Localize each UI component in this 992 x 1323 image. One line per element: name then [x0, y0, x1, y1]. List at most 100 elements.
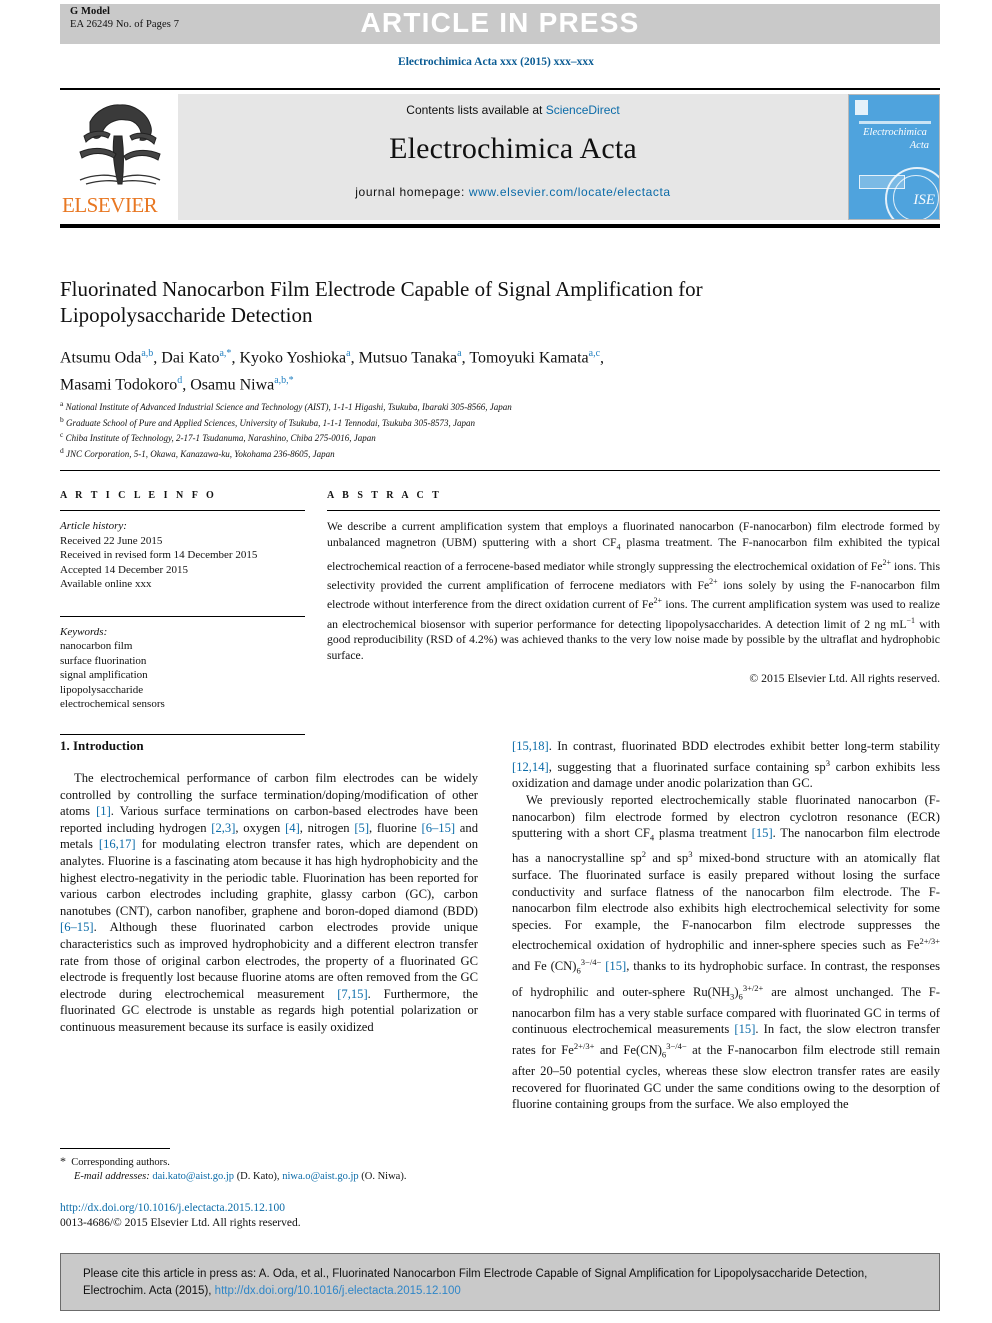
journal-cover-thumbnail: Electrochimica Acta ISE: [848, 94, 940, 220]
email-addresses-label: E-mail addresses:: [74, 1171, 150, 1182]
author-name: Masami Todokoro: [60, 376, 178, 394]
keyword-item: lipopolysaccharide: [60, 683, 144, 696]
email-addresses-note: E-mail addresses: dai.kato@aist.go.jp (D…: [60, 1170, 480, 1184]
citation-16-17[interactable]: [16,17]: [99, 837, 136, 851]
keyword-item: electrochemical sensors: [60, 698, 165, 710]
abstract-rule-top: [327, 510, 940, 511]
author-name: Kyoko Yoshioka: [239, 349, 347, 367]
citation-15-18[interactable]: [15,18]: [512, 739, 549, 753]
citation-12-14[interactable]: [12,14]: [512, 760, 549, 774]
citation-15[interactable]: [15]: [752, 826, 773, 840]
cover-tagline-bar: [859, 121, 931, 124]
abstract-column: A B S T R A C T We describe a current am…: [327, 490, 940, 685]
contents-panel: Contents lists available at ScienceDirec…: [178, 94, 848, 220]
section-heading-introduction: 1. Introduction: [60, 738, 144, 753]
masthead-bottom-rule: [60, 224, 940, 228]
author-affiliation-marker: a: [346, 348, 351, 359]
intro-paragraph-3: We previously reported electrochemically…: [512, 792, 940, 1112]
author-affiliation-marker: d: [177, 375, 183, 387]
ise-seal-label: ISE: [913, 192, 935, 208]
email-link-niwa[interactable]: niwa.o@aist.go.jp: [282, 1171, 358, 1182]
author-affiliation-marker: a,b: [141, 348, 154, 359]
sciencedirect-link[interactable]: ScienceDirect: [546, 103, 620, 117]
author-affiliation-marker: a,*: [219, 348, 232, 359]
cite-doi-link[interactable]: http://dx.doi.org/10.1016/j.electacta.20…: [215, 1285, 461, 1297]
cover-title-line-2: Acta: [909, 140, 929, 151]
citation-6-15[interactable]: [6–15]: [422, 821, 456, 835]
abstract-copyright: © 2015 Elsevier Ltd. All rights reserved…: [749, 671, 940, 685]
article-history-block: Article history: Received 22 June 2015 Re…: [60, 519, 305, 592]
author-name: Tomoyuki Kamata: [469, 349, 589, 367]
journal-homepage-link[interactable]: www.elsevier.com/locate/electacta: [469, 185, 671, 199]
article-history-lines: Received 22 June 2015 Received in revised…: [60, 534, 305, 592]
author-name: Atsumu Oda: [60, 349, 142, 367]
email-link-kato[interactable]: dai.kato@aist.go.jp: [152, 1171, 234, 1182]
issn-copyright-line: 0013-4686/© 2015 Elsevier Ltd. All right…: [60, 1217, 301, 1229]
citation-2-3[interactable]: [2,3]: [211, 821, 235, 835]
article-info-rule-bottom: [60, 733, 305, 735]
journal-title: Electrochimica Acta: [389, 132, 637, 165]
article-history-item: Received in revised form 14 December 201…: [60, 549, 258, 561]
elsevier-logo: ELSEVIER: [60, 94, 178, 220]
abstract-text: We describe a current amplification syst…: [327, 520, 941, 663]
affiliation-item: a National Institute of Advanced Industr…: [60, 398, 880, 414]
citation-5[interactable]: [5]: [354, 821, 369, 835]
citation-6-15-b[interactable]: [6–15]: [60, 920, 94, 934]
intro-paragraph-2: [15,18]. In contrast, fluorinated BDD el…: [512, 739, 940, 791]
contents-prefix: Contents lists available at: [406, 103, 546, 117]
g-model-block: G Model EA 26249 No. of Pages 7: [70, 6, 179, 31]
affiliation-list: a National Institute of Advanced Industr…: [60, 398, 880, 460]
affiliation-text: JNC Corporation, 5-1, Okawa, Kanazawa-ku…: [63, 448, 335, 459]
doi-link[interactable]: http://dx.doi.org/10.1016/j.electacta.20…: [60, 1202, 285, 1214]
cite-this-article-box: Please cite this article in press as: A.…: [60, 1253, 940, 1311]
article-in-press-banner: ARTICLE IN PRESS: [60, 4, 940, 44]
keywords-label: Keywords:: [60, 625, 108, 638]
citation-4[interactable]: [4]: [285, 821, 300, 835]
author-affiliation-marker: a,c: [588, 348, 601, 359]
keyword-lines: nanocarbon film surface fluorination signa…: [60, 639, 305, 712]
article-history-label: Article history:: [60, 520, 127, 532]
footnote-block: * Corresponding authors. E-mail addresse…: [60, 1154, 480, 1184]
citation-1[interactable]: [1]: [96, 804, 111, 818]
email-owner-kato: (D. Kato),: [236, 1171, 280, 1182]
author-line-1: Atsumu Odaa,b, Dai Katoa,*, Kyoko Yoshio…: [60, 348, 605, 367]
body-right-column: [15,18]. In contrast, fluorinated BDD el…: [512, 738, 940, 1113]
footnote-rule: [60, 1148, 170, 1149]
affiliation-text: Graduate School of Pure and Applied Scie…: [63, 417, 475, 428]
body-left-column: 1. Introduction The electrochemical perf…: [60, 738, 478, 1036]
contents-available-line: Contents lists available at ScienceDirec…: [178, 103, 848, 117]
page-title: Fluorinated Nanocarbon Film Electrode Ca…: [60, 277, 703, 327]
author-line-2: Masami Todokorod, Osamu Niwaa,b,*: [60, 375, 294, 394]
g-model-label: G Model: [70, 6, 111, 17]
author-affiliation-marker: a: [457, 348, 462, 359]
author-name: Mutsuo Tanaka: [358, 349, 458, 367]
keyword-item: nanocarbon film: [60, 640, 133, 652]
citation-15-b[interactable]: [15]: [605, 959, 626, 973]
article-info-rule-mid: [60, 615, 305, 617]
cover-title-line-1: Electrochimica: [863, 127, 927, 138]
journal-reference: Electrochimica Acta xxx (2015) xxx–xxx: [398, 56, 594, 68]
cover-elsevier-icon: [855, 100, 868, 115]
corresponding-authors-note: * Corresponding authors.: [60, 1154, 480, 1170]
info-abstract-divider: [60, 470, 940, 471]
asterisk-icon: *: [60, 1154, 66, 1168]
article-id-label: EA 26249 No. of Pages 7: [70, 18, 180, 30]
keywords-block: Keywords: nanocarbon film surface fluorin…: [60, 625, 305, 712]
abstract-heading: A B S T R A C T: [327, 490, 442, 501]
citation-7-15[interactable]: [7,15]: [337, 987, 367, 1001]
journal-masthead: ELSEVIER Contents lists available at Sci…: [60, 88, 940, 220]
cite-this-article-text: Please cite this article in press as: A.…: [61, 1254, 939, 1300]
article-info-column: A R T I C L E I N F O Article history: R…: [60, 490, 305, 743]
author-name: Dai Kato: [161, 349, 220, 367]
article-history-item: Received 22 June 2015: [60, 534, 163, 547]
author-affiliation-marker: a,b,*: [274, 375, 294, 387]
article-info-heading: A R T I C L E I N F O: [60, 490, 217, 501]
article-in-press-label: ARTICLE IN PRESS: [360, 7, 640, 38]
cite-text-body: Please cite this article in press as: A.…: [83, 1268, 868, 1297]
keyword-item: signal amplification: [60, 669, 148, 681]
citation-15-c[interactable]: [15]: [734, 1022, 755, 1036]
journal-homepage-label: journal homepage:: [355, 185, 465, 199]
journal-homepage-line: journal homepage: www.elsevier.com/locat…: [178, 185, 848, 199]
elsevier-tree-icon: [79, 104, 161, 185]
paper-page: ARTICLE IN PRESS G Model EA 26249 No. of…: [0, 0, 992, 1323]
